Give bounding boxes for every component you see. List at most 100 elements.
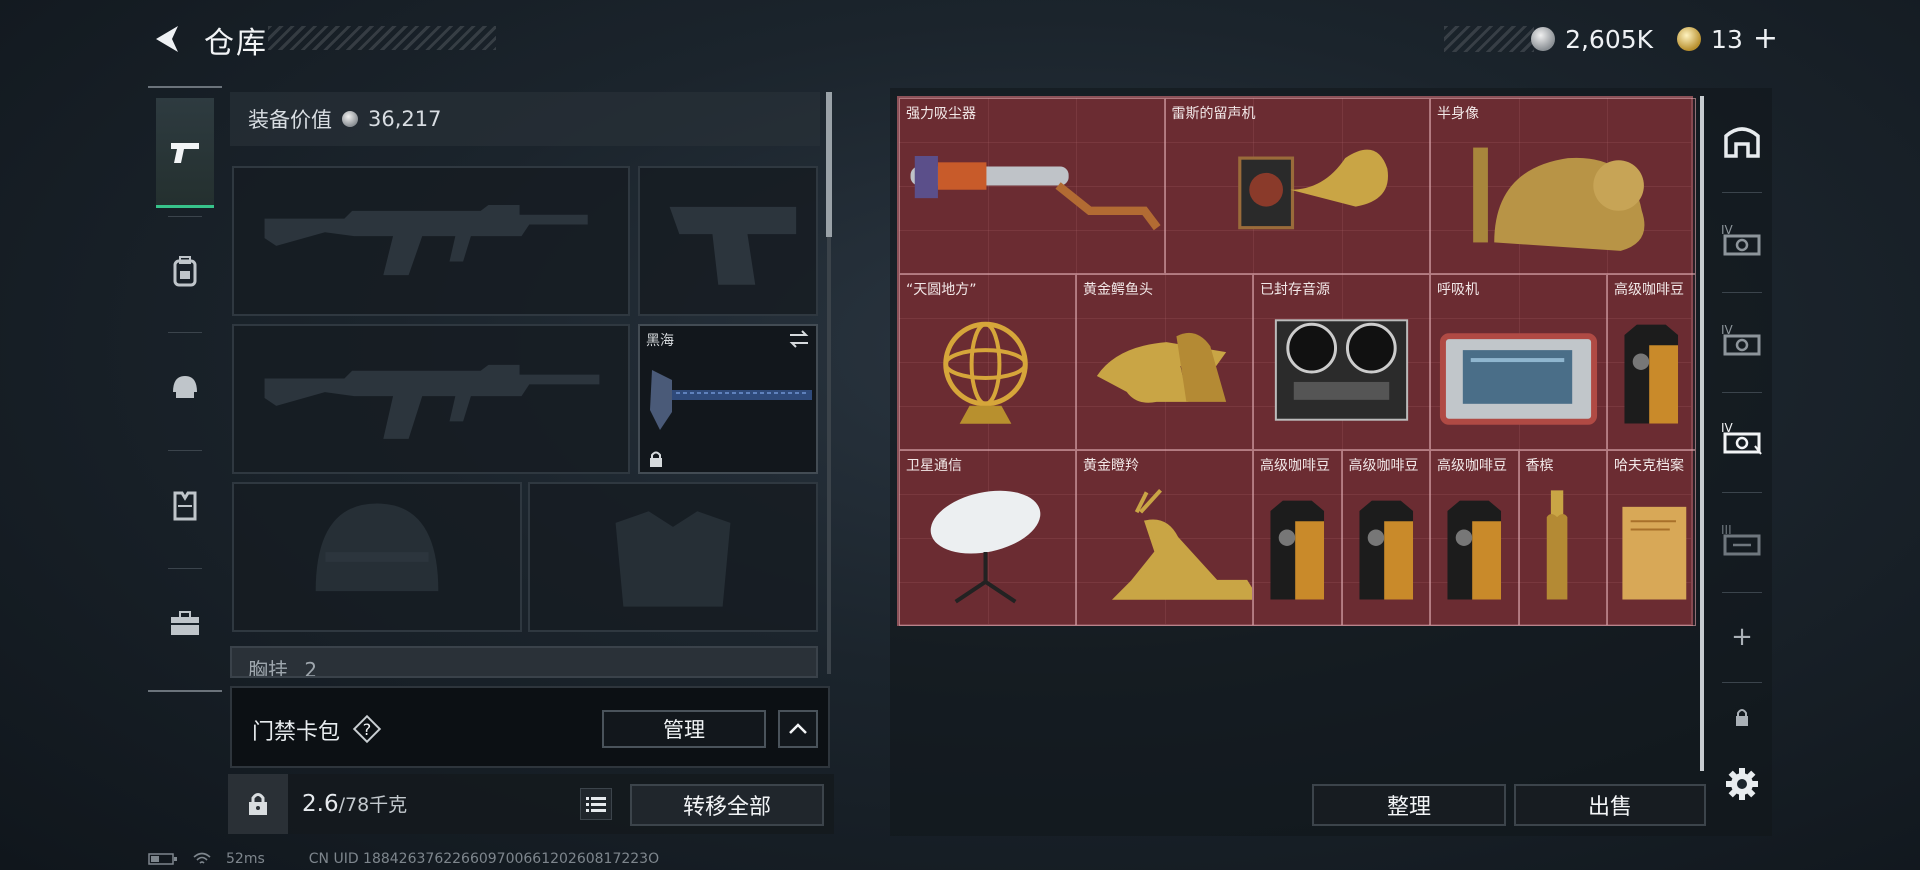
champagne-bottle-icon [1546,490,1567,600]
storage-item[interactable]: 卫星通信 [899,450,1076,626]
storage-scrollbar[interactable] [1700,96,1704,771]
storage-case-iv-icon: IV [1721,323,1761,356]
equipment-value-label: 装备价值 [248,108,332,132]
rifle-silhouette-icon [264,204,588,276]
category-helmet[interactable] [156,332,214,442]
storage-grid: 强力吸尘器 雷斯的留声机 半身像 “天圆地方” 黄金鳄鱼头 已封存音源 呼吸机 高级咖啡豆 卫星… [897,96,1696,626]
storage-settings-button[interactable] [1714,746,1770,822]
storage-item[interactable]: 雷斯的留声机 [1164,98,1430,274]
storage-item[interactable]: 高级咖啡豆 [1430,450,1519,626]
storage-item[interactable]: 高级咖啡豆 [1341,450,1430,626]
carry-weight-value: 2.6 [302,791,339,817]
swap-icon[interactable] [788,330,810,348]
storage-item[interactable]: 呼吸机 [1430,274,1607,450]
chest-rig-label: 胸挂 [248,658,288,678]
sidearm-slot[interactable] [638,166,818,316]
storage-item-name: 哈夫克档案 [1614,458,1684,474]
briefcase-icon [171,611,199,635]
collapse-button[interactable] [778,710,818,748]
add-currency-button[interactable]: + [1753,24,1778,54]
chest-rig-count: 2 [304,658,318,678]
category-vest[interactable] [156,450,214,560]
back-arrow-icon[interactable] [150,22,184,56]
storage-case-iv-icon: IV [1721,421,1762,455]
vest-icon [173,491,197,521]
coffee-bag-icon [1624,324,1679,424]
help-icon[interactable]: ? [352,714,382,744]
pistol-icon [171,142,199,163]
storage-item[interactable]: 黄金瞪羚 [1076,450,1253,626]
storage-item-name: “天圆地方” [906,282,977,298]
storage-item[interactable]: 高级咖啡豆 [1607,274,1696,450]
golden-gazelle-icon [1111,488,1252,600]
backpack-icon [173,256,197,287]
lock-icon [1736,709,1748,726]
rifle-silhouette-icon [264,364,600,439]
storage-item[interactable]: 高级咖啡豆 [1253,450,1342,626]
storage-item-name: 卫星通信 [906,458,962,474]
category-weapons[interactable] [156,98,214,208]
helmet-slot[interactable] [232,482,522,632]
storage-item[interactable]: 强力吸尘器 [899,98,1165,274]
add-storage-tab-button[interactable]: + [1714,592,1770,682]
storage-case-iv-icon: IV [1721,223,1761,256]
coffee-bag-icon [1358,500,1413,600]
weight-lock-button[interactable] [228,774,288,834]
storage-item-name: 高级咖啡豆 [1437,458,1507,474]
melee-slot[interactable]: 黑海 [638,324,818,474]
equipment-value: 36,217 [368,107,442,131]
keycard-case-bar: 门禁卡包 ? 管理 [230,686,830,768]
storage-lock-button[interactable] [1714,682,1770,752]
storage-item[interactable]: 哈夫克档案 [1607,450,1696,626]
gold-coin-icon [1677,27,1702,51]
storage-item[interactable]: 香槟 [1518,450,1607,626]
sort-button[interactable]: 整理 [1312,784,1506,826]
manage-button[interactable]: 管理 [602,710,766,748]
sell-button[interactable]: 出售 [1514,784,1706,826]
storage-tab-case-4[interactable]: III [1714,496,1770,586]
ping-text: 52ms [226,851,265,867]
storage-item-name: 已封存音源 [1260,282,1330,298]
storage-item-name: 高级咖啡豆 [1614,282,1684,298]
lock-icon [249,793,267,815]
storage-item[interactable]: 半身像 [1430,98,1696,274]
pistol-silhouette-icon [669,206,797,285]
equipment-scroll-thumb[interactable] [826,92,832,237]
status-bar: 52ms CN UID 1884263762266097006612026081… [148,850,908,868]
uid-text: CN UID 18842637622660970066120260817223O [308,851,660,867]
transfer-all-button[interactable]: 转移全部 [630,784,824,826]
storage-tab-case-3[interactable]: IV [1714,394,1770,484]
gold-currency-value: 13 [1711,24,1743,54]
storage-item[interactable]: 黄金鳄鱼头 [1076,274,1253,450]
storage-item[interactable]: “天圆地方” [899,274,1076,450]
silver-coin-icon [1531,27,1556,51]
carry-weight: 2.6/78千克 [302,790,407,817]
list-icon [586,797,606,812]
battery-icon [148,853,177,865]
storage-item-name: 高级咖啡豆 [1260,458,1330,474]
primary-weapon-slot[interactable] [232,166,630,316]
helmet-icon [173,376,197,398]
category-case[interactable] [156,568,214,678]
armor-slot[interactable] [528,482,818,632]
storage-main-icon [1724,127,1760,158]
storage-item[interactable]: 已封存音源 [1253,274,1430,450]
settings-gear-icon [1726,768,1758,800]
vacuum-cleaner-icon [910,156,1161,231]
category-backpack[interactable] [156,216,214,326]
equipment-panel: 装备价值 36,217 黑海 胸挂 2 [230,88,836,678]
gramophone-icon [1237,149,1388,230]
storage-tab-main[interactable] [1714,96,1770,186]
armor-vest-silhouette-icon [615,511,731,607]
ventilator-icon [1439,333,1598,425]
title-decoration [268,26,496,50]
storage-tab-case-2[interactable]: IV [1714,296,1770,386]
secondary-weapon-slot[interactable] [232,324,630,474]
chest-rig-row[interactable]: 胸挂 2 [230,646,818,678]
coffee-bag-icon [1270,500,1325,600]
storage-tab-case-1[interactable]: IV [1714,196,1770,286]
storage-item-name: 高级咖啡豆 [1348,458,1419,474]
list-view-button[interactable] [580,788,612,820]
satellite-dish-icon [930,490,1041,604]
storage-item-name: 黄金鳄鱼头 [1083,282,1153,298]
